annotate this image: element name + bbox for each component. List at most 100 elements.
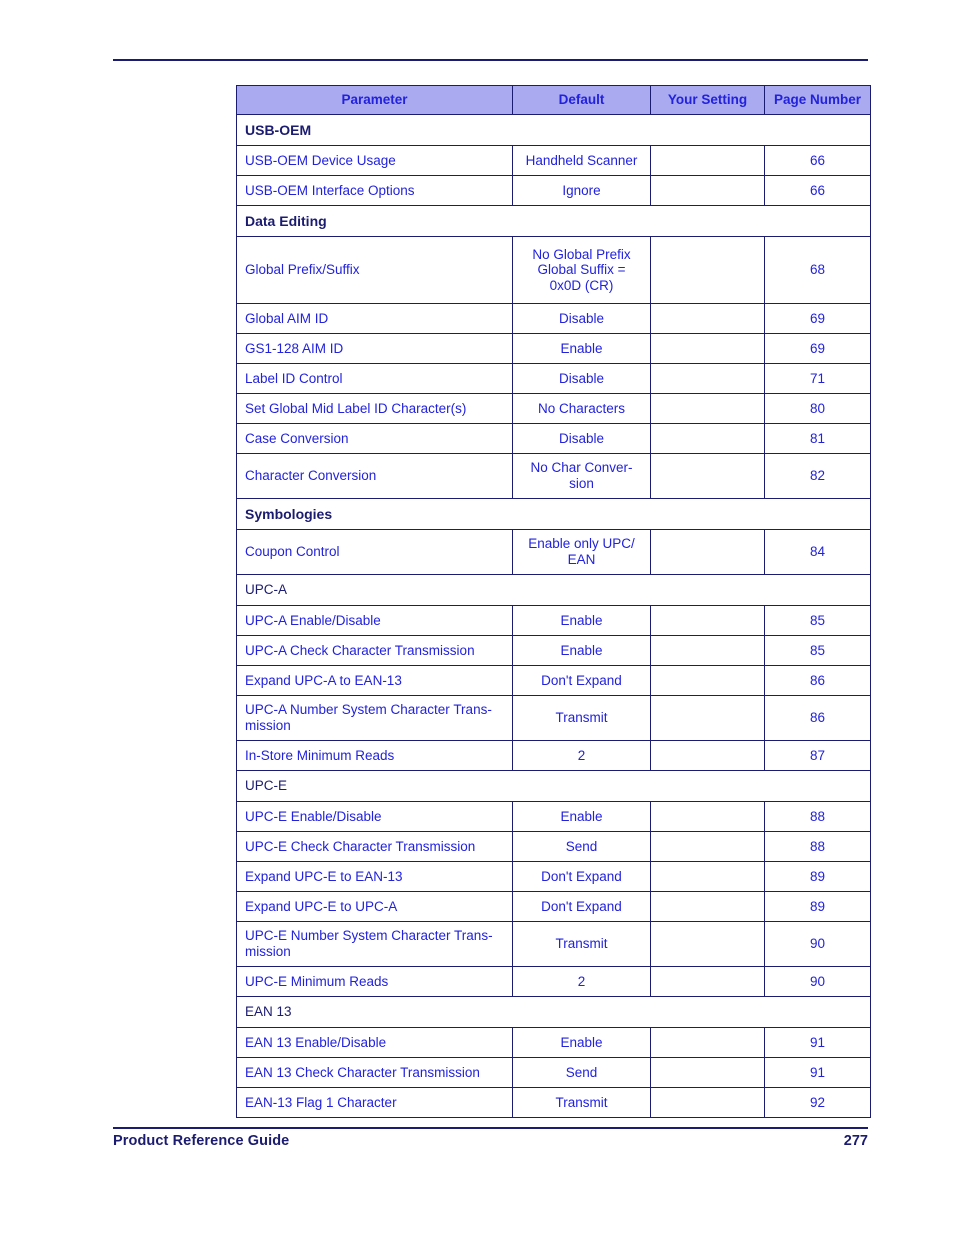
column-header-parameter: Parameter — [236, 85, 513, 115]
parameter-link[interactable]: Character Conversion — [236, 453, 513, 499]
header-rule — [113, 59, 868, 61]
page-number-link[interactable]: 86 — [764, 695, 871, 741]
parameter-link[interactable]: Expand UPC-E to EAN-13 — [236, 861, 513, 892]
page-number-link[interactable]: 89 — [764, 861, 871, 892]
page-number-link[interactable]: 85 — [764, 605, 871, 636]
default-value: Transmit — [512, 695, 651, 741]
parameter-link[interactable]: UPC-A Enable/Disable — [236, 605, 513, 636]
your-setting-cell[interactable] — [650, 635, 765, 666]
parameter-link[interactable]: Global AIM ID — [236, 303, 513, 334]
column-header-your-setting: Your Setting — [650, 85, 765, 115]
page-number-link[interactable]: 84 — [764, 529, 871, 575]
page-number-link[interactable]: 81 — [764, 423, 871, 454]
your-setting-cell[interactable] — [650, 236, 765, 304]
page-number-link[interactable]: 69 — [764, 303, 871, 334]
your-setting-cell[interactable] — [650, 529, 765, 575]
your-setting-cell[interactable] — [650, 1057, 765, 1088]
parameter-link[interactable]: EAN 13 Enable/Disable — [236, 1027, 513, 1058]
table-row: Global Prefix/Suffix No Global Prefix Glo… — [236, 236, 871, 304]
section-label: Data Editing — [236, 205, 871, 237]
parameter-link[interactable]: In-Store Minimum Reads — [236, 740, 513, 771]
page-number-link[interactable]: 85 — [764, 635, 871, 666]
your-setting-cell[interactable] — [650, 175, 765, 206]
table-body: USB-OEM USB-OEM Device Usage Handheld Scan… — [236, 114, 871, 1118]
parameter-link[interactable]: UPC-E Check Character Transmission — [236, 831, 513, 862]
your-setting-cell[interactable] — [650, 605, 765, 636]
your-setting-cell[interactable] — [650, 861, 765, 892]
parameter-link[interactable]: USB-OEM Interface Options — [236, 175, 513, 206]
parameter-link[interactable]: UPC-E Minimum Reads — [236, 966, 513, 997]
your-setting-cell[interactable] — [650, 966, 765, 997]
parameter-link[interactable]: Set Global Mid Label ID Character(s) — [236, 393, 513, 424]
your-setting-cell[interactable] — [650, 393, 765, 424]
your-setting-cell[interactable] — [650, 831, 765, 862]
page-number-link[interactable]: 80 — [764, 393, 871, 424]
your-setting-cell[interactable] — [650, 453, 765, 499]
page-number-link[interactable]: 87 — [764, 740, 871, 771]
default-value: Handheld Scanner — [512, 145, 651, 176]
page-number-link[interactable]: 88 — [764, 831, 871, 862]
page-number-link[interactable]: 92 — [764, 1087, 871, 1118]
page-number-link[interactable]: 88 — [764, 801, 871, 832]
table-row: UPC-E Enable/Disable Enable 88 — [236, 801, 871, 832]
your-setting-cell[interactable] — [650, 801, 765, 832]
page-number-link[interactable]: 90 — [764, 921, 871, 967]
table-row: EAN-13 Flag 1 Character Transmit 92 — [236, 1087, 871, 1118]
parameter-link[interactable]: Expand UPC-E to UPC-A — [236, 891, 513, 922]
default-value: Enable — [512, 1027, 651, 1058]
your-setting-cell[interactable] — [650, 363, 765, 394]
parameter-link[interactable]: UPC-A Check Character Transmission — [236, 635, 513, 666]
footer-rule — [113, 1127, 868, 1129]
default-value: Send — [512, 1057, 651, 1088]
parameter-defaults-table: Parameter Default Your Setting Page Numb… — [236, 85, 871, 1118]
page-number-link[interactable]: 90 — [764, 966, 871, 997]
your-setting-cell[interactable] — [650, 333, 765, 364]
page-number-link[interactable]: 86 — [764, 665, 871, 696]
default-value: Send — [512, 831, 651, 862]
parameter-link[interactable]: EAN 13 Check Character Transmission — [236, 1057, 513, 1088]
parameter-link[interactable]: Expand UPC-A to EAN-13 — [236, 665, 513, 696]
section-label: Symbologies — [236, 498, 871, 530]
parameter-link[interactable]: USB-OEM Device Usage — [236, 145, 513, 176]
parameter-table-container: Parameter Default Your Setting Page Numb… — [236, 85, 871, 1118]
parameter-link[interactable]: EAN-13 Flag 1 Character — [236, 1087, 513, 1118]
your-setting-cell[interactable] — [650, 740, 765, 771]
table-row: UPC-A Check Character Transmission Enable… — [236, 635, 871, 666]
page-number-link[interactable]: 91 — [764, 1057, 871, 1088]
parameter-link[interactable]: Label ID Control — [236, 363, 513, 394]
your-setting-cell[interactable] — [650, 891, 765, 922]
default-value: Enable — [512, 605, 651, 636]
your-setting-cell[interactable] — [650, 303, 765, 334]
your-setting-cell[interactable] — [650, 1027, 765, 1058]
your-setting-cell[interactable] — [650, 1087, 765, 1118]
page-number-link[interactable]: 82 — [764, 453, 871, 499]
parameter-link[interactable]: GS1-128 AIM ID — [236, 333, 513, 364]
default-value: Don't Expand — [512, 665, 651, 696]
your-setting-cell[interactable] — [650, 423, 765, 454]
page-number-link[interactable]: 66 — [764, 145, 871, 176]
parameter-link[interactable]: UPC-E Number System Character Trans-miss… — [236, 921, 513, 967]
parameter-link[interactable]: Coupon Control — [236, 529, 513, 575]
your-setting-cell[interactable] — [650, 145, 765, 176]
table-row: In-Store Minimum Reads 2 87 — [236, 740, 871, 771]
page-number-link[interactable]: 68 — [764, 236, 871, 304]
default-value: Enable — [512, 333, 651, 364]
your-setting-cell[interactable] — [650, 695, 765, 741]
your-setting-cell[interactable] — [650, 921, 765, 967]
column-header-page-number: Page Number — [764, 85, 871, 115]
table-row: Character Conversion No Char Conver-sion 8… — [236, 453, 871, 499]
footer-page-number: 277 — [843, 1133, 868, 1149]
your-setting-cell[interactable] — [650, 665, 765, 696]
default-value: 2 — [512, 740, 651, 771]
page-number-link[interactable]: 66 — [764, 175, 871, 206]
table-header: Parameter Default Your Setting Page Numb… — [236, 85, 871, 115]
parameter-link[interactable]: UPC-E Enable/Disable — [236, 801, 513, 832]
parameter-link[interactable]: UPC-A Number System Character Trans-miss… — [236, 695, 513, 741]
page-number-link[interactable]: 89 — [764, 891, 871, 922]
page-number-link[interactable]: 91 — [764, 1027, 871, 1058]
table-row: Coupon Control Enable only UPC/ EAN 84 — [236, 529, 871, 575]
parameter-link[interactable]: Case Conversion — [236, 423, 513, 454]
page-number-link[interactable]: 71 — [764, 363, 871, 394]
page-number-link[interactable]: 69 — [764, 333, 871, 364]
parameter-link[interactable]: Global Prefix/Suffix — [236, 236, 513, 304]
